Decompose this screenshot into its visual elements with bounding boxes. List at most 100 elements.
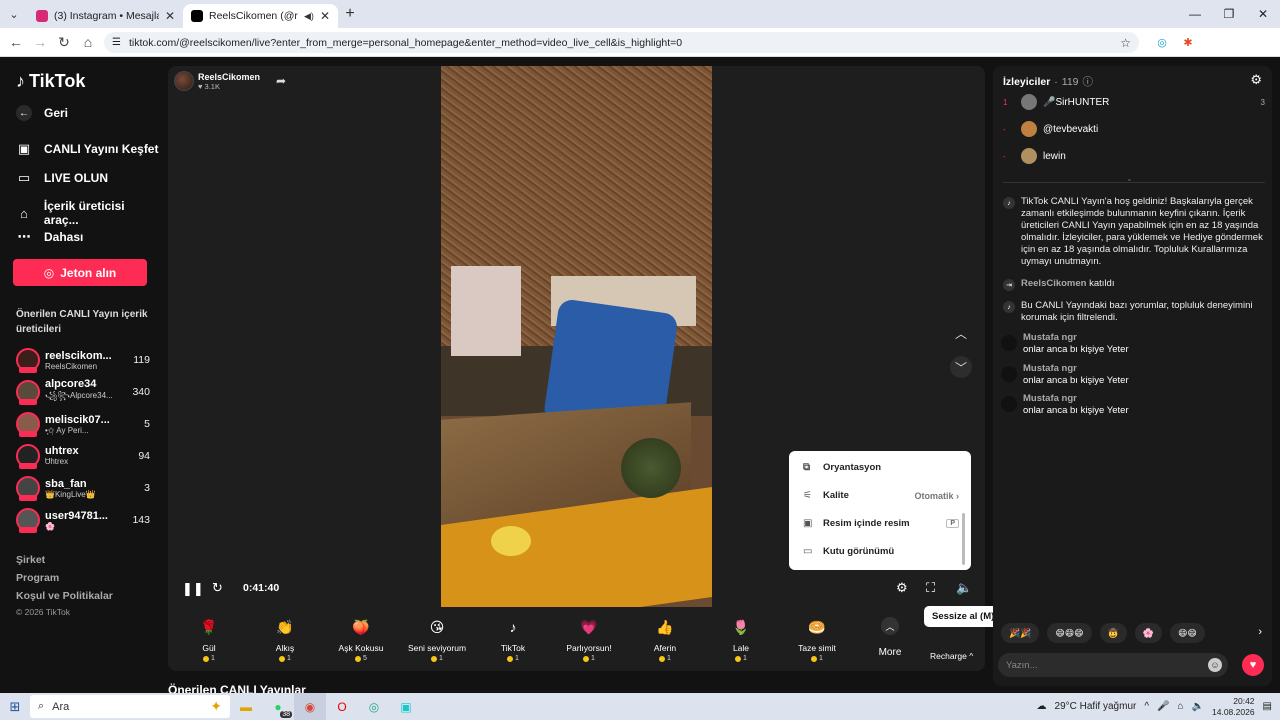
gift-item[interactable]: 👍 Aferin 1 (630, 607, 700, 669)
chat-settings-gear-icon[interactable]: ⚙ (1250, 72, 1262, 88)
notifications-icon[interactable]: ▤ (1263, 701, 1272, 712)
collapse-chevron-icon[interactable]: ⌄ (1126, 174, 1133, 183)
like-heart-button[interactable]: ♥ (1242, 654, 1264, 676)
sidebar-item-back[interactable]: ← Geri (16, 105, 68, 121)
back-icon[interactable]: ← (4, 34, 28, 50)
more-dots-icon: ⋯ (17, 229, 31, 244)
opera-icon[interactable]: O (326, 693, 358, 720)
reload-icon[interactable]: ↻ (52, 34, 76, 51)
tiktok-logo[interactable]: ♪ TikTok (16, 71, 85, 92)
reaction-chip[interactable]: 😄😄 (1170, 623, 1205, 643)
gift-item[interactable]: 🌷 Lale 1 (706, 607, 776, 669)
gift-item[interactable]: 🥯 Taze simit 1 (782, 607, 852, 669)
taskbar-search[interactable]: ⌕ Ara ✦ (30, 695, 230, 718)
sidebar-item-go-live[interactable]: ▭ LIVE OLUN (16, 170, 108, 186)
menu-box-view[interactable]: ▭ Kutu görünümü (803, 546, 959, 557)
pause-icon[interactable]: ❚❚ (182, 581, 204, 597)
file-explorer-icon[interactable]: ▬ (230, 693, 262, 720)
get-coins-button[interactable]: ◎ Jeton alın (13, 259, 147, 286)
app-icon[interactable]: ▣ (390, 693, 422, 720)
audio-icon[interactable]: ◀) (304, 11, 314, 22)
extension-icon[interactable]: ◎ (1154, 34, 1170, 50)
chrome-icon[interactable]: ◉ (294, 693, 326, 720)
windows-start-icon[interactable]: ⊞ (0, 699, 30, 715)
tab-instagram[interactable]: (3) Instagram • Mesajlar ✕ (28, 4, 183, 28)
menu-picture-in-picture[interactable]: ▣ Resim içinde resim P (803, 518, 959, 529)
gift-item[interactable]: 😘 Seni seviyorum 1 (402, 607, 472, 669)
viewer-row[interactable]: - lewin (1003, 148, 1265, 164)
volume-icon[interactable]: 🔈 (1192, 701, 1204, 712)
creator-item[interactable]: meliscik07... •̩͙✩̣̣̣ Ay Peri... 5 (16, 409, 150, 439)
volume-icon[interactable]: 🔈 (956, 580, 972, 596)
next-live-chevron-down-icon[interactable]: ﹀ (950, 356, 972, 378)
gift-item[interactable]: 👏 Alkış 1 (250, 607, 320, 669)
menu-scrollbar[interactable] (962, 513, 965, 565)
gift-item[interactable]: 🍑 Aşk Kokusu 5 (326, 607, 396, 669)
refresh-icon[interactable]: ↻ (212, 580, 223, 596)
chevron-right-icon[interactable]: › (1258, 626, 1262, 638)
chat-comment[interactable]: Mustafa ngr onlar anca bı kişiye Yeter (1001, 363, 1263, 386)
close-window-icon[interactable]: ✕ (1246, 0, 1280, 28)
recharge-button[interactable]: Recharge ^ (930, 651, 973, 661)
settings-gear-icon[interactable]: ⚙ (896, 580, 908, 596)
footer-link-company[interactable]: Şirket (16, 554, 45, 566)
creator-item[interactable]: alpcore34 ꧁꧂Alpcore34... 340 (16, 377, 150, 407)
reaction-chip[interactable]: 🌸 (1134, 623, 1163, 643)
more-gifts-button[interactable]: ︿ More (869, 607, 911, 669)
new-tab-button[interactable]: + (338, 5, 362, 23)
site-info-icon[interactable]: ☰ (112, 37, 121, 48)
menu-orientation[interactable]: ⧉ Oryantasyon (803, 462, 959, 473)
chat-comment[interactable]: Mustafa ngr onlar anca bı kişiye Yeter (1001, 393, 1263, 416)
browser-menu-icon[interactable]: ⋮ (1258, 34, 1274, 50)
menu-quality[interactable]: ⚟ Kalite Otomatik › (803, 490, 959, 501)
host-avatar[interactable] (174, 71, 194, 91)
tab-tiktok[interactable]: ReelsCikomen (@reelscikomen) ◀) ✕ (183, 4, 338, 28)
gift-rose-icon: 🌹 (200, 618, 218, 635)
reaction-chip[interactable]: 🎉🎉 (1001, 623, 1040, 643)
puzzle-extensions-icon[interactable]: ⧉ (1206, 34, 1222, 50)
tab-search-icon[interactable]: ⌄ (0, 0, 28, 28)
emoji-icon[interactable]: ☺ (1208, 658, 1222, 672)
sidebar-item-explore-live[interactable]: ▣ CANLI Yayını Keşfet (16, 141, 159, 157)
creator-item[interactable]: reelscikom... ReelsCikomen 119 (16, 345, 150, 375)
footer-link-terms[interactable]: Koşul ve Politikalar (16, 590, 113, 602)
reaction-chip[interactable]: 😄😄😄 (1047, 623, 1092, 643)
tray-chevron-icon[interactable]: ^ (1144, 701, 1149, 712)
creator-item[interactable]: uhtrex Ꮜhtrex 94 (16, 441, 150, 471)
info-icon[interactable]: ⓘ (1083, 74, 1094, 89)
close-tab-icon[interactable]: ✕ (320, 9, 330, 23)
footer-link-program[interactable]: Program (16, 572, 59, 584)
creator-item[interactable]: user94781... 🌸 143 (16, 505, 150, 535)
viewer-row[interactable]: 1 🎤SirHUNTER 3 (1003, 94, 1265, 110)
gift-item[interactable]: 🌹 Gül 1 (174, 607, 244, 669)
gift-item[interactable]: 💗 Parlıyorsun! 1 (554, 607, 624, 669)
viewer-row[interactable]: - @tevbevakti (1003, 121, 1265, 137)
close-tab-icon[interactable]: ✕ (165, 9, 175, 23)
bookmark-star-icon[interactable]: ☆ (1120, 36, 1131, 50)
url-field[interactable]: ☰ tiktok.com/@reelscikomen/live?enter_fr… (104, 32, 1139, 53)
live-video[interactable] (441, 66, 712, 607)
clock[interactable]: 20:42 14.08.2026 (1212, 696, 1255, 718)
previous-live-chevron-up-icon[interactable]: ︿ (950, 322, 972, 344)
restore-icon[interactable]: ❐ (1212, 0, 1246, 28)
live-player[interactable]: ReelsCikomen ♥ 3.1K ➦ ︿ ﹀ ⧉ Oryantasyon (168, 66, 985, 671)
gift-item[interactable]: ♪ TikTok 1 (478, 607, 548, 669)
reaction-chip[interactable]: 🤠 (1099, 623, 1127, 643)
fullscreen-icon[interactable]: ⛶ (926, 580, 935, 596)
app-icon[interactable]: ◎ (358, 693, 390, 720)
sidebar-item-creator-tools[interactable]: ⌂ İçerik üreticisi araç... (16, 199, 162, 227)
share-icon[interactable]: ➦ (276, 74, 286, 88)
sidebar-item-more[interactable]: ⋯ Dahası (16, 229, 84, 245)
creator-item[interactable]: sba_fan 👑KingLive👑 3 (16, 473, 150, 503)
microphone-icon[interactable]: 🎤 (1157, 701, 1169, 712)
minimize-icon[interactable]: — (1178, 0, 1212, 28)
home-icon[interactable]: ⌂ (76, 34, 100, 50)
host-info[interactable]: ReelsCikomen ♥ 3.1K ➦ (174, 71, 286, 91)
forward-icon[interactable]: → (28, 34, 52, 50)
whatsapp-icon[interactable]: ● 38 (262, 693, 294, 720)
network-icon[interactable]: ⌂ (1178, 701, 1184, 712)
profile-icon[interactable]: ● (1232, 34, 1248, 50)
extension-icon[interactable]: ✱ (1180, 34, 1196, 50)
chat-comment[interactable]: Mustafa ngr onlar anca bı kişiye Yeter (1001, 332, 1263, 355)
chat-input[interactable]: Yazın... ☺ (998, 653, 1228, 677)
